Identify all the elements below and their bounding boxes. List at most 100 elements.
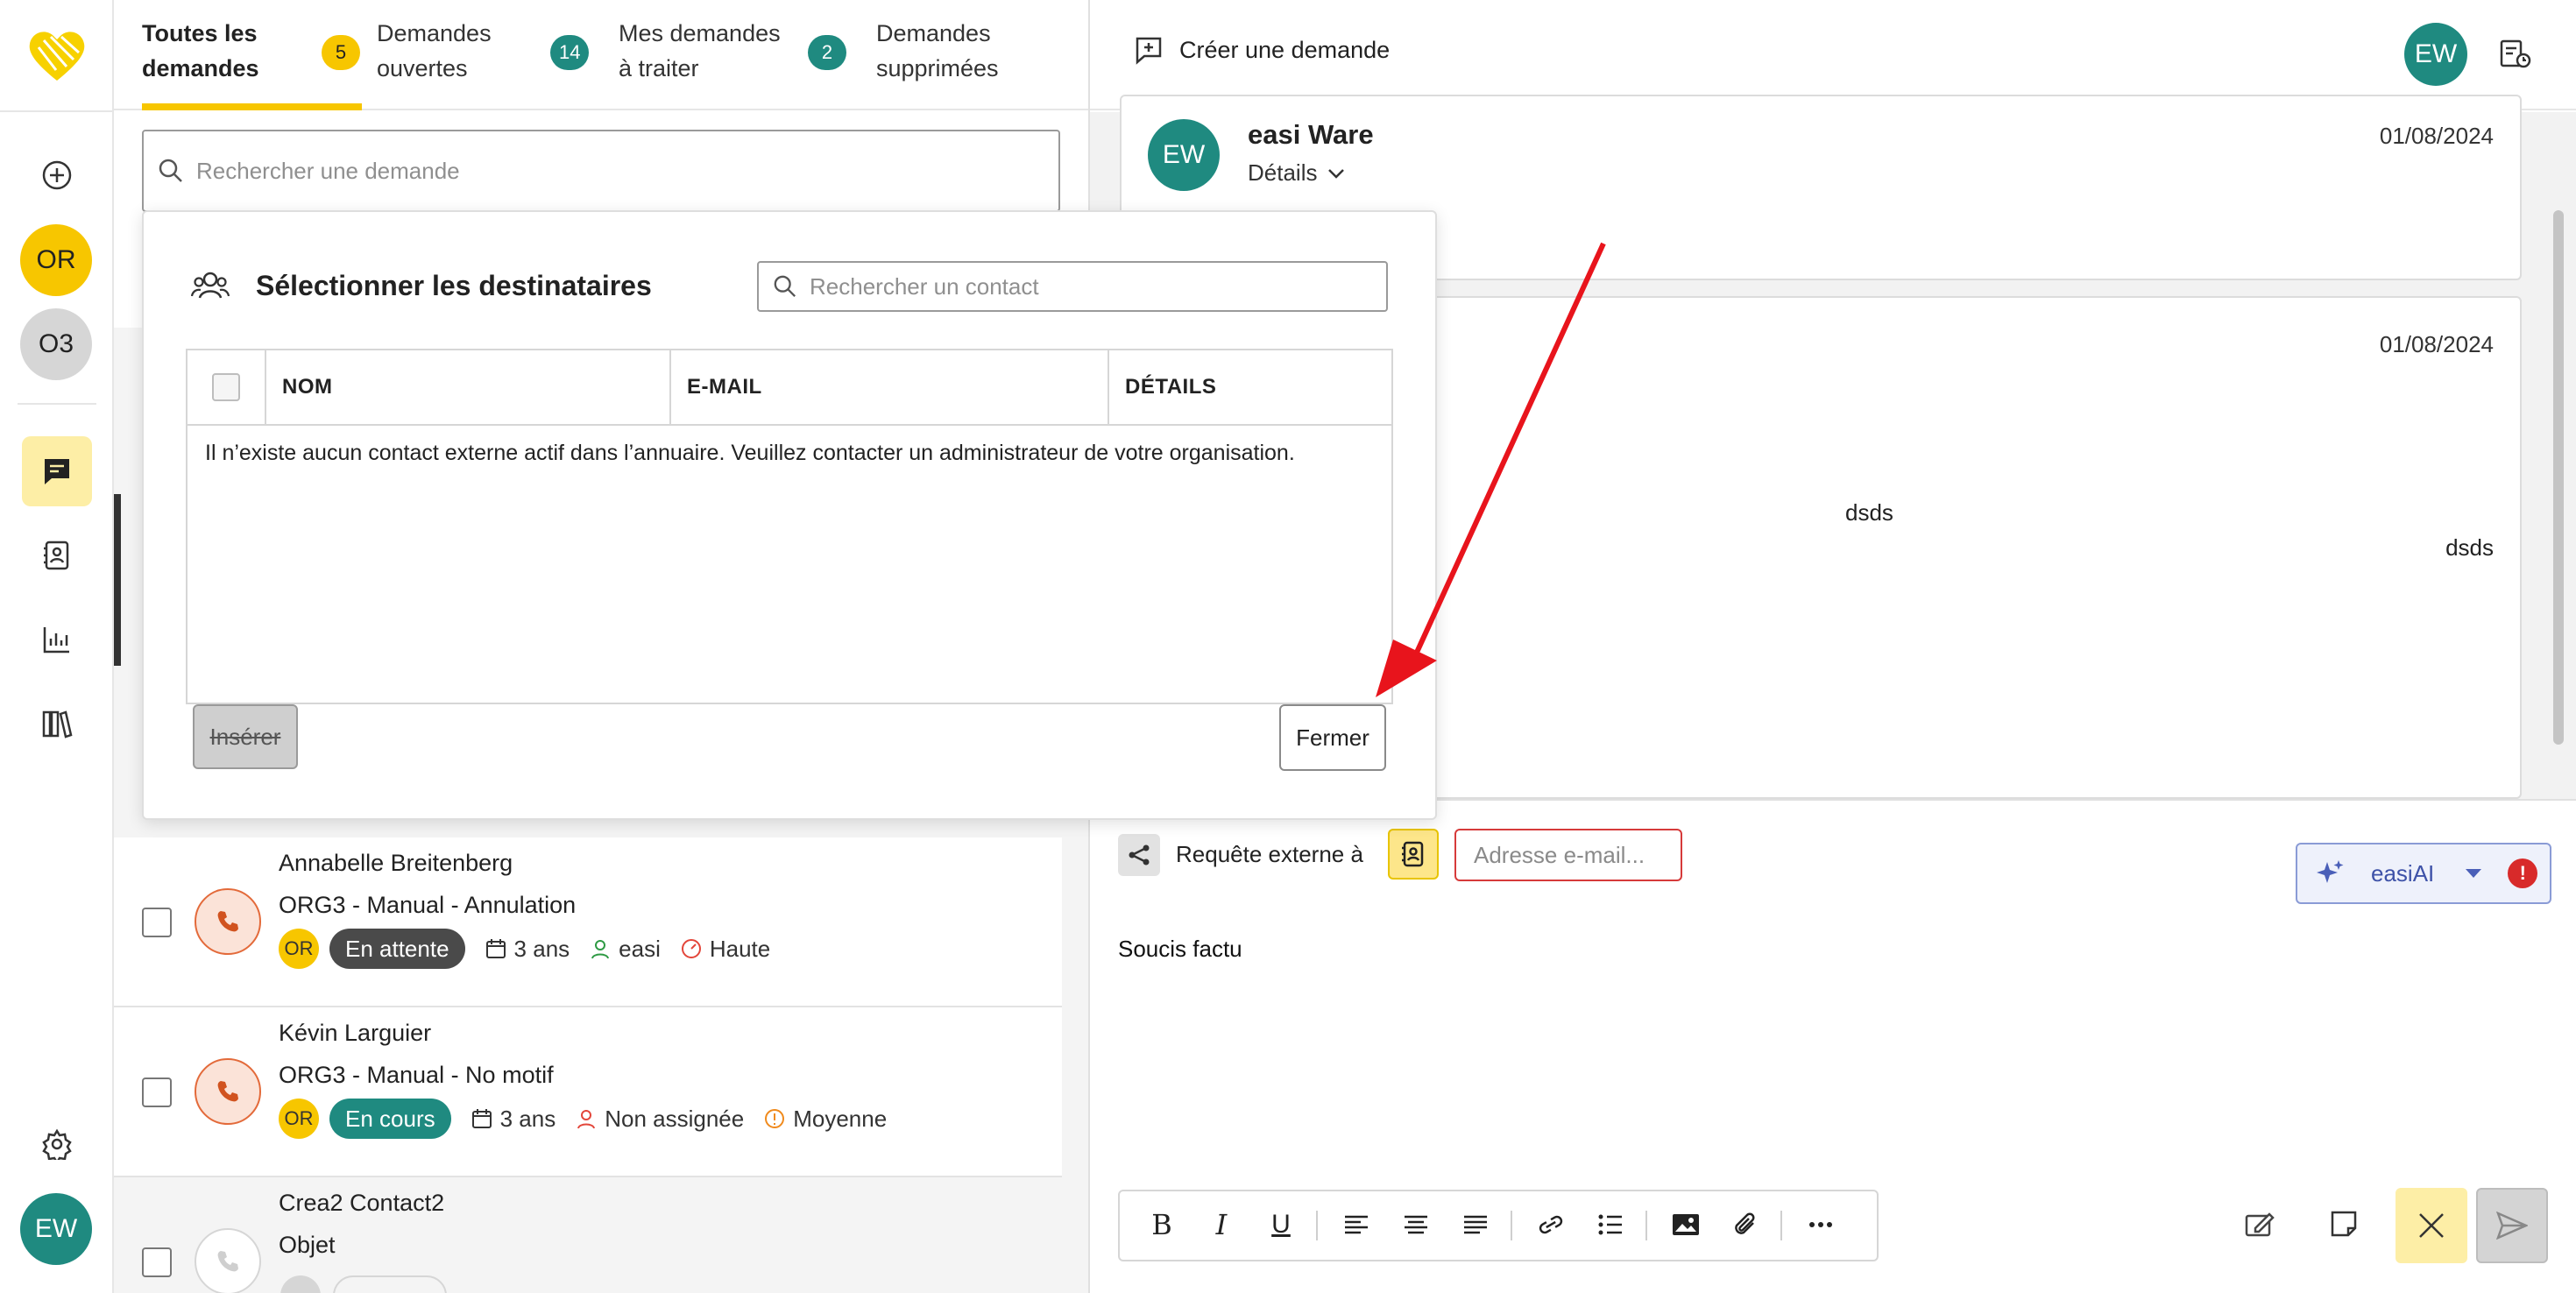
users-group-icon [191, 268, 230, 303]
row-checkbox[interactable] [142, 1247, 172, 1277]
search-icon [159, 159, 182, 182]
calendar-icon [485, 939, 506, 958]
details-toggle[interactable]: Détails [1248, 159, 1345, 187]
phone-icon [195, 1058, 261, 1125]
composer-body[interactable]: Soucis factu [1118, 936, 1242, 963]
align-left-icon[interactable] [1327, 1191, 1386, 1258]
sender-name: easi Ware [1248, 119, 1374, 150]
row-checkbox[interactable] [142, 908, 172, 937]
image-icon[interactable] [1656, 1191, 1716, 1258]
chevron-down-icon [1328, 168, 1345, 179]
org-badge: OR [279, 1099, 319, 1139]
request-subject: Objet [279, 1232, 336, 1258]
library-books-icon[interactable] [22, 689, 92, 759]
list-item[interactable]: Kévin Larguier ORG3 - Manual - No motif … [114, 1007, 1062, 1177]
tab-badge-mine: 2 [808, 35, 846, 70]
settings-gear-icon[interactable] [22, 1109, 92, 1179]
link-icon[interactable] [1521, 1191, 1581, 1258]
message-body-line: dsds [2445, 534, 2494, 561]
create-request-button[interactable]: Créer une demande [1134, 35, 1390, 65]
easiai-label: easiAI [2371, 859, 2435, 887]
email-address-input[interactable]: Adresse e-mail... [1454, 829, 1682, 881]
requests-chat-icon[interactable] [22, 436, 92, 506]
contact-book-icon[interactable] [1388, 829, 1439, 880]
contact-name: Annabelle Breitenberg [279, 850, 513, 876]
tab-badge-open: 14 [550, 35, 590, 70]
sender-avatar: EW [1148, 119, 1220, 191]
empty-state-message: Il n’existe aucun contact externe actif … [205, 441, 1295, 465]
column-header-details[interactable]: DÉTAILS [1125, 350, 1216, 424]
assignee-green-icon [591, 940, 610, 959]
status-badge: En cours [329, 1099, 451, 1139]
underline-icon[interactable]: U [1251, 1191, 1311, 1258]
row-meta: OR En cours 3 ans Non assignée Moyenne [279, 1099, 887, 1139]
request-subject: ORG3 - Manual - No motif [279, 1062, 554, 1088]
select-recipients-modal: Sélectionner les destinataires Recherche… [142, 210, 1437, 820]
calendar-icon [471, 1109, 492, 1128]
search-icon [774, 275, 796, 298]
phone-icon [195, 888, 261, 955]
attachment-icon[interactable] [1716, 1191, 1775, 1258]
logo-heart-icon [22, 21, 92, 91]
column-header-name[interactable]: NOM [282, 350, 333, 424]
org-avatar-o3[interactable]: O3 [20, 308, 92, 380]
discard-close-icon[interactable] [2396, 1188, 2467, 1263]
add-message-icon [1136, 37, 1162, 65]
column-header-email[interactable]: E-MAIL [687, 350, 762, 424]
note-icon[interactable] [2329, 1209, 2359, 1239]
annotation-arrow-icon [1376, 242, 1606, 697]
stats-chart-icon[interactable] [22, 604, 92, 675]
row-meta: OR En attente 3 ans easi Haute [279, 929, 770, 969]
message-date: 01/08/2024 [2379, 331, 2494, 357]
contact-search-input[interactable]: Rechercher un contact [757, 261, 1388, 312]
list-item[interactable]: Crea2 Contact2 Objet [114, 1177, 1062, 1293]
more-options-icon[interactable] [1791, 1191, 1851, 1258]
request-search-input[interactable]: Rechercher une demande [142, 130, 1060, 212]
contact-name: Crea2 Contact2 [279, 1190, 445, 1216]
selected-row-marker [114, 494, 121, 666]
italic-icon[interactable]: I [1192, 1191, 1251, 1258]
tab-badge-all: 5 [322, 35, 360, 70]
contacts-icon[interactable] [22, 520, 92, 590]
history-log-icon[interactable] [2499, 39, 2532, 70]
message-body-line: dsds [1845, 499, 1893, 526]
search-placeholder: Rechercher une demande [196, 157, 460, 184]
left-rail: OR O3 EW [0, 0, 114, 1293]
row-checkbox[interactable] [142, 1078, 172, 1107]
active-tab-indicator [142, 103, 362, 110]
scrollbar[interactable] [2553, 210, 2564, 745]
select-all-checkbox[interactable] [212, 373, 240, 401]
org-badge-placeholder [280, 1275, 321, 1293]
header-user-avatar[interactable]: EW [2404, 23, 2467, 86]
bullet-list-icon[interactable] [1581, 1191, 1640, 1258]
list-item[interactable]: Annabelle Breitenberg ORG3 - Manual - An… [114, 837, 1062, 1007]
priority-high-icon [681, 939, 701, 958]
message-date: 01/08/2024 [2379, 123, 2494, 149]
phone-icon [195, 1228, 261, 1293]
status-badge: En attente [329, 929, 465, 969]
insert-button[interactable]: Insérer [193, 704, 298, 769]
status-badge-placeholder [333, 1275, 447, 1293]
share-external-icon[interactable] [1118, 834, 1160, 876]
assignee-unassigned-icon [577, 1110, 596, 1129]
user-avatar[interactable]: EW [20, 1193, 92, 1265]
bold-icon[interactable]: B [1132, 1191, 1192, 1258]
modal-title: Sélectionner les destinataires [256, 270, 652, 301]
send-icon[interactable] [2476, 1188, 2548, 1263]
org-avatar-or[interactable]: OR [20, 224, 92, 296]
tab-deleted-requests[interactable]: Demandes supprimées [876, 0, 1078, 110]
request-subject: ORG3 - Manual - Annulation [279, 892, 577, 918]
signature-icon[interactable] [2245, 1209, 2276, 1239]
create-request-label: Créer une demande [1179, 36, 1391, 63]
tab-open-requests[interactable]: Demandes ouvertes [377, 0, 640, 110]
contacts-table: NOM E-MAIL DÉTAILS Il n’existe aucun con… [186, 349, 1393, 704]
external-request-label: Requête externe à [1176, 841, 1363, 867]
contact-name: Kévin Larguier [279, 1020, 432, 1046]
easiai-button[interactable]: easiAI ! [2296, 843, 2551, 904]
align-center-icon[interactable] [1386, 1191, 1446, 1258]
align-right-icon[interactable] [1446, 1191, 1505, 1258]
org-badge: OR [279, 929, 319, 969]
tabs-bar: Toutes les demandes 5 Demandes ouvertes 14… [114, 0, 1088, 110]
add-circle-icon[interactable] [22, 140, 92, 210]
priority-medium-icon [765, 1109, 785, 1128]
